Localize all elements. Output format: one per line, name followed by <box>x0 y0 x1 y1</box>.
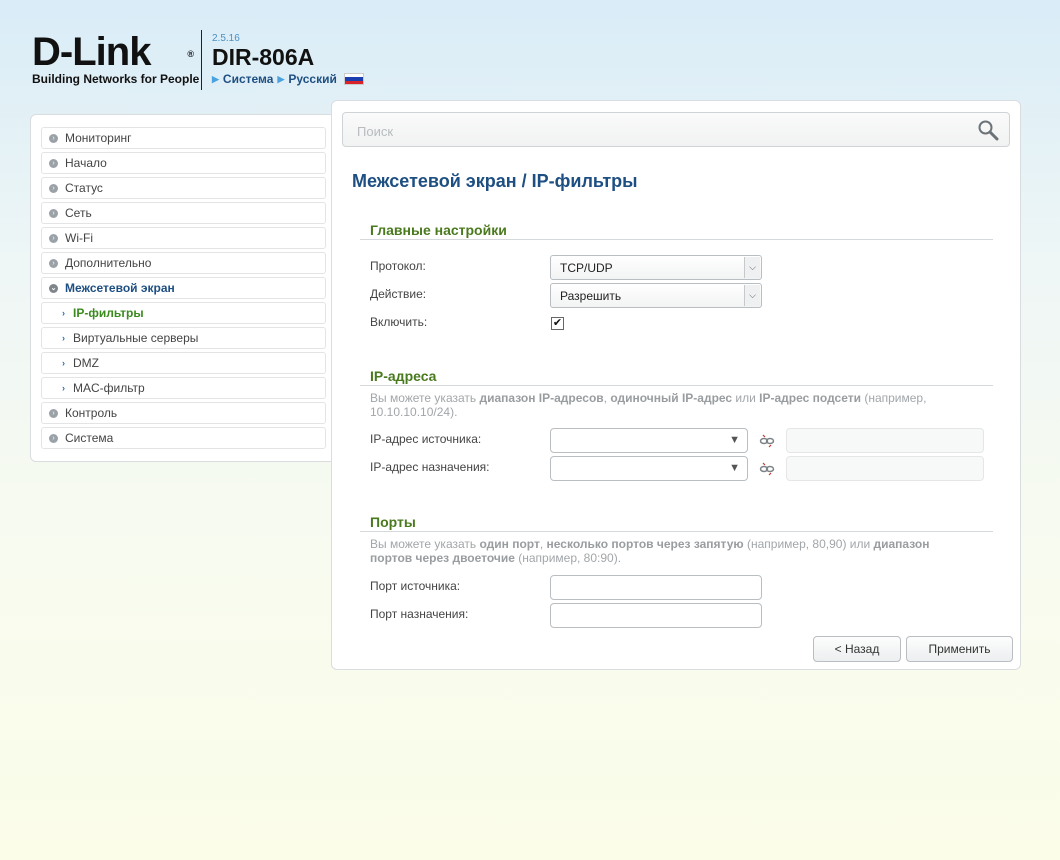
source-port-input[interactable] <box>550 575 762 600</box>
chevron-down-icon: ⌄ <box>49 283 58 293</box>
section-ip-addresses-title: IP-адреса <box>370 368 437 384</box>
sidebar-item-advanced[interactable]: › Дополнительно <box>41 252 326 274</box>
search-box[interactable] <box>342 112 1010 147</box>
source-ip-label: IP-адрес источника: <box>370 432 482 446</box>
chevron-down-icon: ⌵ <box>744 257 760 278</box>
chevron-right-icon: › <box>62 358 65 368</box>
protocol-value: TCP/UDP <box>560 261 613 275</box>
sidebar-item-label: MAC-фильтр <box>73 381 145 395</box>
protocol-select[interactable]: TCP/UDP ⌵ <box>550 255 762 280</box>
magnifier-icon[interactable] <box>977 119 999 141</box>
chevron-right-icon: › <box>62 308 65 318</box>
sidebar-item-label: Статус <box>65 181 103 195</box>
source-ip-secondary-field <box>786 428 984 453</box>
triangle-right-icon: ▶ <box>277 73 285 84</box>
chevron-right-icon: › <box>62 333 65 343</box>
sidebar-item-firewall[interactable]: ⌄ Межсетевой экран <box>41 277 326 299</box>
device-info: 2.5.16 DIR-806A ▶ Система ▶ Русский <box>212 34 364 86</box>
triangle-down-icon[interactable]: ▼ <box>729 462 740 474</box>
chevron-right-icon: › <box>62 383 65 393</box>
sidebar-menu: › Мониторинг › Начало › Статус › Сеть › Wi-Fi… <box>41 127 326 452</box>
sidebar-item-start[interactable]: › Начало <box>41 152 326 174</box>
page-title: Межсетевой экран / IP-фильтры <box>352 171 638 191</box>
action-value: Разрешить <box>560 289 622 303</box>
sidebar-item-dmz[interactable]: › DMZ <box>41 352 326 374</box>
sidebar-item-ip-filters[interactable]: › IP-фильтры <box>41 302 326 324</box>
action-select[interactable]: Разрешить ⌵ <box>550 283 762 308</box>
sidebar-item-label: Начало <box>65 156 107 170</box>
triangle-down-icon[interactable]: ▼ <box>729 434 740 446</box>
main-panel: Межсетевой экран / IP-фильтры Главные на… <box>331 100 1021 670</box>
brand-wordmark: D-Link ® <box>32 30 194 74</box>
sidebar-item-label: Дополнительно <box>65 256 152 270</box>
destination-ip-combobox[interactable]: ▼ <box>550 456 748 481</box>
chevron-right-icon: › <box>49 408 58 418</box>
sidebar-item-mac-filter[interactable]: › MAC-фильтр <box>41 377 326 399</box>
section-main-settings-title: Главные настройки <box>370 222 507 238</box>
sidebar-item-network[interactable]: › Сеть <box>41 202 326 224</box>
enable-label: Включить: <box>370 315 428 329</box>
sidebar-item-label: Wi-Fi <box>65 231 93 245</box>
sidebar-item-label: IP-фильтры <box>73 306 144 320</box>
sidebar-item-wifi[interactable]: › Wi-Fi <box>41 227 326 249</box>
sidebar-item-label: Виртуальные серверы <box>73 331 199 345</box>
apply-button[interactable]: Применить <box>906 636 1013 662</box>
checkmark-icon: ✔ <box>552 317 563 329</box>
chevron-right-icon: › <box>49 233 58 243</box>
sidebar-item-label: Сеть <box>65 206 92 220</box>
sidebar: › Мониторинг › Начало › Статус › Сеть › Wi-Fi… <box>30 114 340 462</box>
link-icon[interactable] <box>759 461 775 477</box>
header-divider <box>201 30 202 90</box>
sidebar-item-label: Контроль <box>65 406 118 420</box>
source-port-label: Порт источника: <box>370 579 461 593</box>
chevron-right-icon: › <box>49 133 58 143</box>
chevron-right-icon: › <box>49 433 58 443</box>
destination-ip-secondary-field <box>786 456 984 481</box>
chevron-right-icon: › <box>49 208 58 218</box>
protocol-label: Протокол: <box>370 259 426 273</box>
destination-port-input[interactable] <box>550 603 762 628</box>
language-link[interactable]: Русский <box>288 72 337 86</box>
header-links: ▶ Система ▶ Русский <box>212 72 364 86</box>
ports-hint: Вы можете указать один порт, несколько п… <box>370 537 930 565</box>
dlink-logo: D-Link ® Building Networks for People <box>32 30 200 90</box>
sidebar-item-control[interactable]: › Контроль <box>41 402 326 424</box>
sidebar-item-label: DMZ <box>73 356 99 370</box>
section-ports-title: Порты <box>370 514 416 530</box>
chevron-down-icon: ⌵ <box>744 285 760 306</box>
device-model: DIR-806A <box>212 44 315 70</box>
destination-port-label: Порт назначения: <box>370 607 469 621</box>
action-label: Действие: <box>370 287 427 301</box>
link-icon[interactable] <box>759 433 775 449</box>
sidebar-item-system[interactable]: › Система <box>41 427 326 449</box>
sidebar-item-status[interactable]: › Статус <box>41 177 326 199</box>
sidebar-item-monitoring[interactable]: › Мониторинг <box>41 127 326 149</box>
chevron-right-icon: › <box>49 158 58 168</box>
ip-addresses-hint: Вы можете указать диапазон IP-адресов, о… <box>370 391 927 419</box>
sidebar-item-label: Мониторинг <box>65 131 132 145</box>
system-link[interactable]: Система <box>223 72 274 86</box>
firmware-version: 2.5.16 <box>212 33 240 44</box>
section-divider <box>360 385 993 386</box>
section-divider <box>360 239 993 240</box>
chevron-right-icon: › <box>49 183 58 193</box>
search-input[interactable] <box>355 121 959 141</box>
sidebar-item-label: Система <box>65 431 114 445</box>
sidebar-item-label: Межсетевой экран <box>65 281 175 295</box>
section-divider <box>360 531 993 532</box>
enable-checkbox[interactable]: ✔ <box>551 317 564 330</box>
destination-ip-label: IP-адрес назначения: <box>370 460 490 474</box>
brand-tagline: Building Networks for People <box>32 72 200 86</box>
russian-flag-icon[interactable] <box>343 73 364 85</box>
source-ip-combobox[interactable]: ▼ <box>550 428 748 453</box>
triangle-right-icon: ▶ <box>212 73 219 84</box>
back-button[interactable]: < Назад <box>813 636 901 662</box>
sidebar-item-virtual-servers[interactable]: › Виртуальные серверы <box>41 327 326 349</box>
chevron-right-icon: › <box>49 258 58 268</box>
